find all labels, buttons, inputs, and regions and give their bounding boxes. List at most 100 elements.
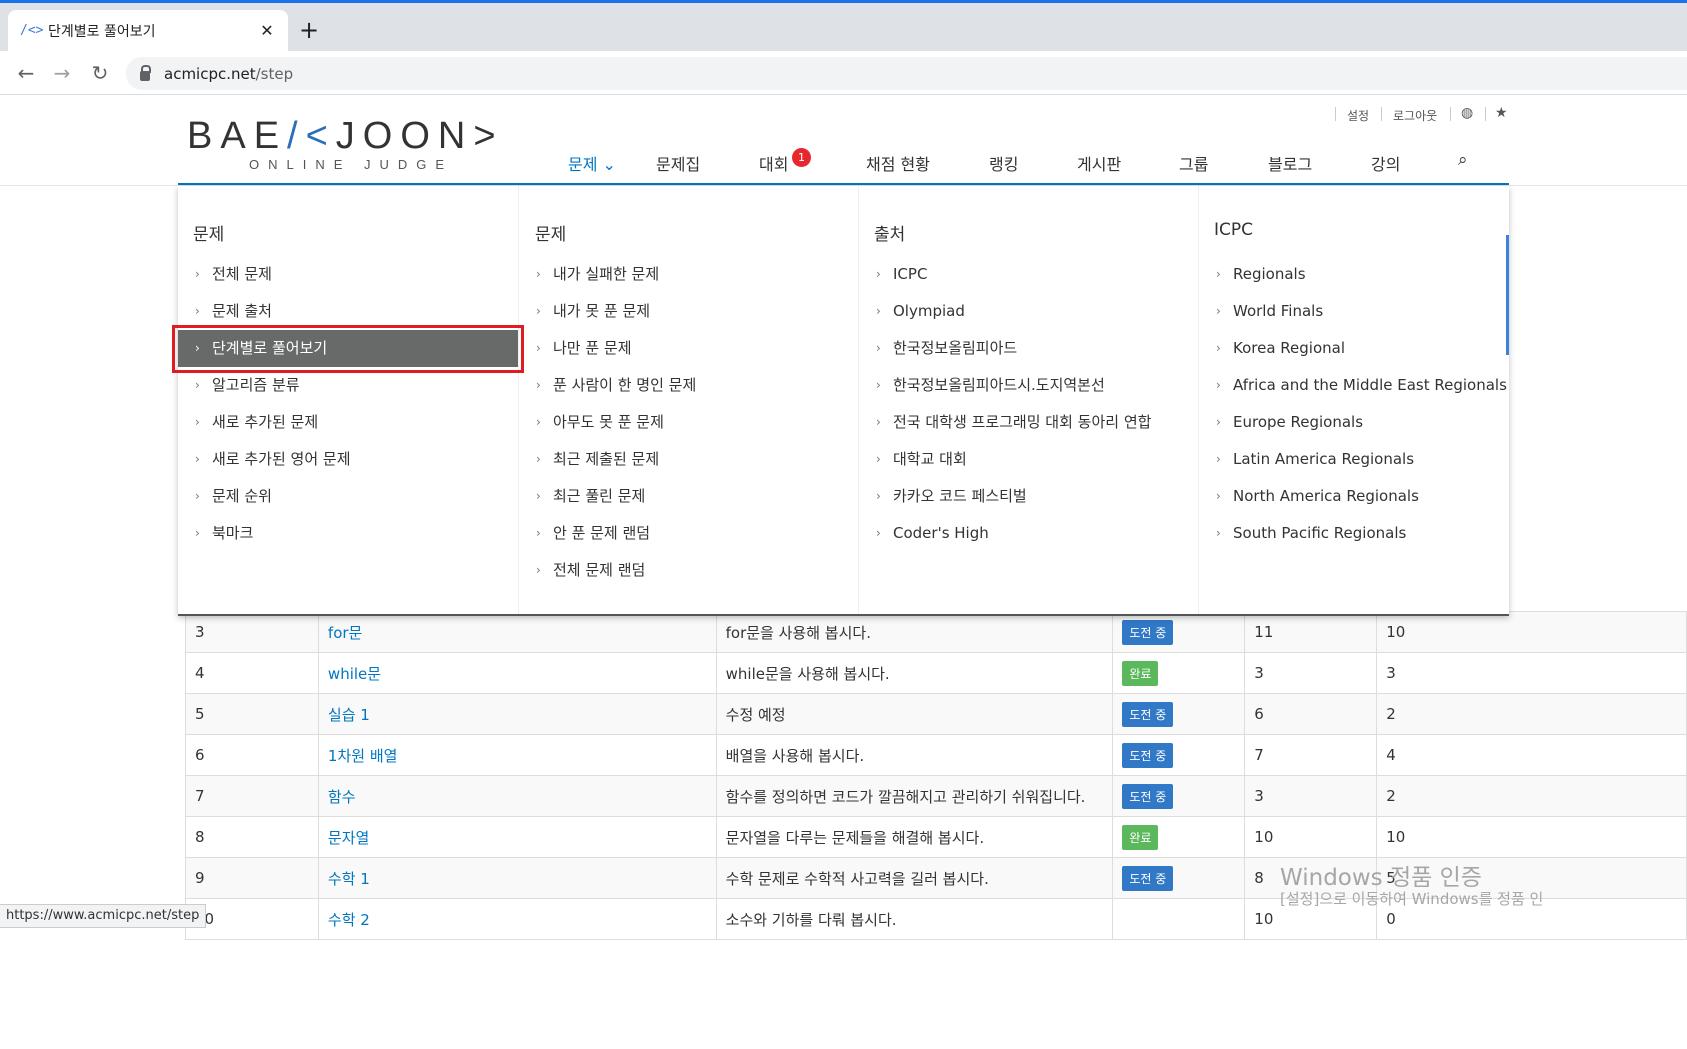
menu-item[interactable]: › 최근 제출된 문제: [519, 441, 858, 478]
menu-item[interactable]: › 대학교 대회: [859, 441, 1198, 478]
step-link[interactable]: 함수: [328, 788, 356, 806]
step-link[interactable]: 1차원 배열: [328, 747, 398, 765]
step-link[interactable]: while문: [328, 665, 381, 683]
back-arrow-icon[interactable]: ←: [12, 59, 40, 87]
menu-item[interactable]: › 북마크: [178, 515, 518, 552]
menu-item[interactable]: › Korea Regional: [1199, 330, 1509, 367]
menu-item[interactable]: › 내가 못 푼 문제: [519, 293, 858, 330]
nav-contest[interactable]: 대회: [759, 151, 788, 175]
search-icon[interactable]: ⌕: [1458, 150, 1468, 170]
menu-item[interactable]: › South Pacific Regionals: [1199, 515, 1509, 552]
menu-heading: 문제: [535, 225, 567, 245]
new-tab-plus-icon[interactable]: +: [296, 17, 322, 43]
step-solved-count: 4: [1376, 734, 1687, 776]
chevron-right-icon: ›: [536, 452, 541, 466]
menu-item[interactable]: › 나만 푼 문제: [519, 330, 858, 367]
menu-item[interactable]: › 안 푼 문제 랜덤: [519, 515, 858, 552]
chevron-right-icon: ›: [1216, 304, 1221, 318]
chevron-right-icon: ›: [876, 452, 881, 466]
settings-link[interactable]: 설정: [1347, 107, 1369, 124]
menu-item[interactable]: › 최근 풀린 문제: [519, 478, 858, 515]
nav-board[interactable]: 게시판: [1077, 151, 1121, 175]
site-favicon-icon: /<>: [20, 23, 44, 38]
menu-item[interactable]: › ICPC: [859, 256, 1198, 293]
forward-arrow-icon[interactable]: →: [48, 59, 76, 87]
step-description: 배열을 사용해 봅시다.: [715, 734, 1114, 776]
step-name-cell: 수학 1: [317, 857, 717, 899]
chevron-right-icon: ›: [1216, 378, 1221, 392]
menu-item[interactable]: › Latin America Regionals: [1199, 441, 1509, 478]
menu-item-label: 카카오 코드 페스티벌: [893, 487, 1027, 505]
activation-watermark-title: Windows 정품 인증: [1280, 865, 1482, 891]
logout-link[interactable]: 로그아웃: [1393, 107, 1437, 124]
step-solved-count: 2: [1376, 775, 1687, 817]
menu-item[interactable]: › 새로 추가된 문제: [178, 404, 518, 441]
nav-workbook[interactable]: 문제집: [656, 151, 700, 175]
menu-item-label: 안 푼 문제 랜덤: [553, 524, 651, 542]
browser-tab[interactable]: /<> 단계별로 풀어보기 ✕: [8, 10, 288, 51]
menu-item[interactable]: › 전체 문제 랜덤: [519, 552, 858, 589]
step-name-cell: 1차원 배열: [317, 734, 717, 776]
globe-icon[interactable]: ◍: [1461, 105, 1473, 121]
chevron-right-icon: ›: [1216, 452, 1221, 466]
step-link[interactable]: 문자열: [328, 829, 369, 847]
nav-lecture[interactable]: 강의: [1371, 151, 1400, 175]
menu-item[interactable]: › 카카오 코드 페스티벌: [859, 478, 1198, 515]
status-badge: 완료: [1122, 824, 1159, 850]
step-number: 7: [185, 775, 319, 817]
tab-close-icon[interactable]: ✕: [258, 21, 276, 40]
chevron-right-icon: ›: [1216, 415, 1221, 429]
menu-item[interactable]: › World Finals: [1199, 293, 1509, 330]
nav-blog[interactable]: 블로그: [1268, 151, 1312, 175]
menu-item-label: 아무도 못 푼 문제: [553, 413, 664, 431]
browser-toolbar: ← → ↻ acmicpc.net/step: [0, 51, 1687, 95]
menu-item[interactable]: › 문제 순위: [178, 478, 518, 515]
menu-item-label: 최근 제출된 문제: [553, 450, 660, 468]
nav-accent-rule: [178, 183, 1509, 185]
menu-item[interactable]: › 새로 추가된 영어 문제: [178, 441, 518, 478]
menu-item-label: 알고리즘 분류: [212, 376, 300, 394]
menu-item[interactable]: › Africa and the Middle East Regionals: [1199, 367, 1509, 404]
step-number: 9: [185, 857, 319, 899]
menu-item[interactable]: › Regionals: [1199, 256, 1509, 293]
nav-problems[interactable]: 문제 ⌄: [568, 151, 616, 175]
menu-list: › 전체 문제 › 문제 출처 › 단계별로 풀어보기 › 알고리즘 분류 › 새로 추가된 문제…: [178, 256, 518, 552]
step-description: 소수와 기하를 다뤄 봅시다.: [715, 898, 1114, 940]
menu-item[interactable]: › 전국 대학생 프로그래밍 대회 동아리 연합: [859, 404, 1198, 441]
menu-scrollbar[interactable]: [1506, 235, 1509, 355]
menu-item[interactable]: › 전체 문제: [178, 256, 518, 293]
nav-ranking[interactable]: 랭킹: [989, 151, 1018, 175]
menu-column-icpc: ICPC › Regionals › World Finals › Korea Regio…: [1198, 186, 1509, 614]
chevron-right-icon: ›: [876, 526, 881, 540]
chevron-right-icon: ›: [876, 267, 881, 281]
menu-item[interactable]: › Coder's High: [859, 515, 1198, 552]
menu-item[interactable]: › 한국정보올림피아드시.도지역본선: [859, 367, 1198, 404]
menu-item[interactable]: › Europe Regionals: [1199, 404, 1509, 441]
step-count: 11: [1244, 611, 1378, 653]
menu-item[interactable]: › Olympiad: [859, 293, 1198, 330]
nav-group[interactable]: 그룹: [1179, 151, 1208, 175]
status-badge: 도전 중: [1122, 701, 1174, 727]
menu-item[interactable]: › 내가 실패한 문제: [519, 256, 858, 293]
step-link[interactable]: 수학 2: [328, 911, 370, 929]
menu-item-label: 문제 출처: [212, 302, 272, 320]
menu-item[interactable]: › 한국정보올림피아드: [859, 330, 1198, 367]
chevron-right-icon: ›: [536, 526, 541, 540]
logo-text-k: /<: [287, 115, 336, 157]
step-number: 5: [185, 693, 319, 735]
table-row: 8 문자열 문자열을 다루는 문제들을 해결해 봅시다. 완료 10 10: [185, 816, 1687, 858]
star-icon[interactable]: ★: [1495, 105, 1508, 121]
address-bar[interactable]: acmicpc.net/step: [126, 57, 1687, 90]
table-row: 5 실습 1 수정 예정 도전 중 62: [185, 693, 1687, 735]
menu-item[interactable]: › 푼 사람이 한 명인 문제: [519, 367, 858, 404]
step-link[interactable]: for문: [328, 624, 362, 642]
nav-status[interactable]: 채점 현황: [866, 151, 930, 175]
menu-item[interactable]: › North America Regionals: [1199, 478, 1509, 515]
site-logo[interactable]: BAE/<JOON> ONLINE JUDGE: [187, 117, 504, 172]
table-row: 7 함수 함수를 정의하면 코드가 깔끔해지고 관리하기 쉬워집니다. 도전 중 32: [185, 775, 1687, 817]
step-link[interactable]: 실습 1: [328, 706, 370, 724]
menu-item-label: ICPC: [893, 265, 928, 283]
menu-item[interactable]: › 아무도 못 푼 문제: [519, 404, 858, 441]
reload-icon[interactable]: ↻: [86, 59, 114, 87]
step-link[interactable]: 수학 1: [328, 870, 370, 888]
